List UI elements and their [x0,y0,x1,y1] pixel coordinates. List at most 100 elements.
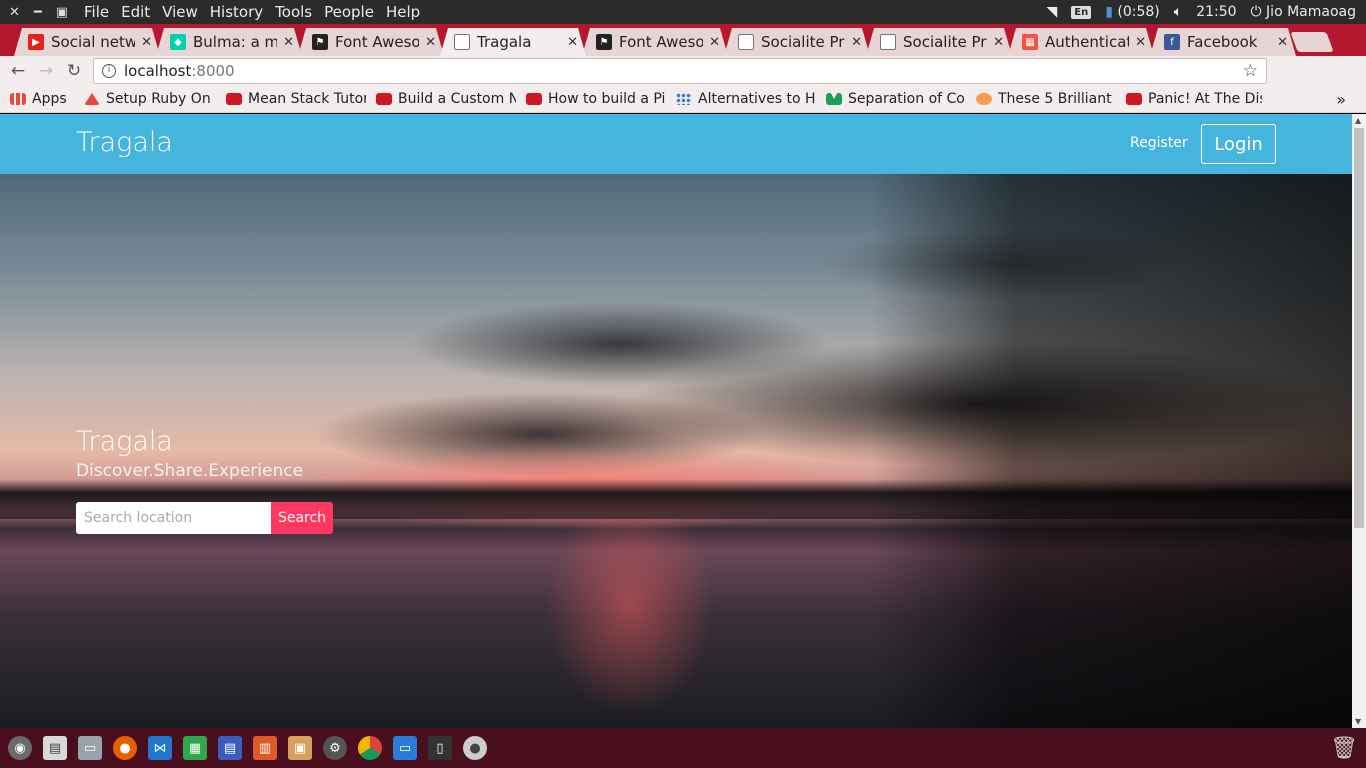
url-port: :8000 [191,62,235,80]
presentation-icon[interactable]: ▥ [253,736,277,760]
scroll-down-icon[interactable]: ▼ [1355,717,1361,726]
forward-icon[interactable]: → [32,61,60,81]
disc-icon[interactable]: ● [463,736,487,760]
tab-font-awesome[interactable]: ⚑ Font Aweso ✕ [298,28,444,56]
menu-people[interactable]: People [318,3,380,21]
launcher-bar: ◉ ▤ ▭ ● ⋈ ▦ ▤ ▥ ▣ ⚙ ▭ ▯ ● 🗑︎ [0,728,1366,768]
tab-close-icon[interactable]: ✕ [851,35,862,50]
bookmark-mean-stack[interactable]: Mean Stack Tutor [216,91,366,107]
page-icon [454,34,470,50]
medium-icon [826,93,842,105]
login-button[interactable]: Login [1201,124,1276,164]
battery-indicator[interactable]: ▮ (0:58) [1105,4,1160,20]
new-tab-button[interactable] [1290,32,1334,52]
close-window-icon[interactable]: ✕ [9,5,20,20]
tab-title: Socialite Pro [903,33,988,51]
youtube-icon: ▶ [28,34,44,50]
scroll-thumb[interactable] [1354,128,1364,528]
tab-authentication[interactable]: ▦ Authenticati ✕ [1008,28,1154,56]
tab-close-icon[interactable]: ✕ [283,35,294,50]
maximize-window-icon[interactable]: ▣ [56,5,68,20]
tab-close-icon[interactable]: ✕ [141,35,152,50]
tab-social-network[interactable]: ▶ Social netw ✕ [14,28,160,56]
clock[interactable]: 21:50 [1196,4,1236,20]
chrome-icon[interactable] [358,736,382,760]
back-icon[interactable]: ← [4,61,32,81]
search-location-input[interactable] [76,502,271,534]
tab-socialite-2[interactable]: Socialite Pro ✕ [866,28,1012,56]
page-scrollbar[interactable]: ▲ ▼ [1352,114,1366,728]
volume-icon[interactable]: 🔈︎ [1174,4,1182,20]
tab-title: Authenticati [1045,33,1130,51]
web-page: Tragala Register Login Tragala Discover.… [0,114,1352,728]
url-host: localhost [124,62,192,80]
session-menu[interactable]: ⏻ Jio Mamaoag [1251,4,1356,20]
bookmark-label: These 5 Brilliant [998,91,1112,107]
keyboard-layout-indicator[interactable]: En [1071,5,1092,19]
menu-edit[interactable]: Edit [115,3,156,21]
bookmark-label: Build a Custom N [398,91,516,107]
bookmark-brilliant[interactable]: These 5 Brilliant [966,91,1116,107]
ubuntu-icon[interactable]: ◉ [8,736,32,760]
bookmarks-bar: Apps Setup Ruby On R Mean Stack Tutor Bu… [0,86,1366,113]
bookmark-panic[interactable]: Panic! At The Dis [1116,91,1262,107]
tab-close-icon[interactable]: ✕ [993,35,1004,50]
document-icon[interactable]: ▤ [218,736,242,760]
firefox-icon[interactable]: ● [113,736,137,760]
battery-icon: ▮ [1105,4,1113,20]
menu-file[interactable]: File [78,3,115,21]
tab-socialite-1[interactable]: Socialite Pro ✕ [724,28,870,56]
bookmark-label: How to build a Pi [548,91,666,107]
tab-title: Tragala [477,33,532,51]
bookmark-label: Apps [32,91,67,107]
tab-facebook[interactable]: f Facebook ✕ [1150,28,1296,56]
trash-icon[interactable]: 🗑︎ [1330,736,1358,761]
bookmark-custom[interactable]: Build a Custom N [366,91,516,107]
bookmarks-overflow-icon[interactable]: » [1336,90,1346,109]
settings-icon[interactable]: ⚙ [323,736,347,760]
tab-close-icon[interactable]: ✕ [1277,35,1288,50]
software-center-icon[interactable]: ▣ [288,736,312,760]
lifehack-icon [976,93,992,105]
tab-close-icon[interactable]: ✕ [1135,35,1146,50]
page-icon [738,34,754,50]
register-link[interactable]: Register [1130,135,1188,151]
minimize-window-icon[interactable]: ━ [34,5,42,20]
bookmark-separation[interactable]: Separation of Co [816,91,966,107]
info-icon[interactable]: i [102,64,116,78]
tab-close-icon[interactable]: ✕ [425,35,436,50]
address-bar[interactable]: i localhost:8000 ☆ [93,58,1267,84]
menu-view[interactable]: View [156,3,204,21]
reload-icon[interactable]: ↻ [60,61,88,81]
menu-tools[interactable]: Tools [269,3,318,21]
youtube-icon [226,93,242,105]
bookmark-apps[interactable]: Apps [0,91,74,107]
menu-help[interactable]: Help [380,3,426,21]
tab-close-icon[interactable]: ✕ [709,35,720,50]
phone-icon[interactable]: ▯ [428,736,452,760]
bookmark-pi[interactable]: How to build a Pi [516,91,666,107]
tab-font-awesome-2[interactable]: ⚑ Font Aweso ✕ [582,28,728,56]
tab-bulma[interactable]: ◆ Bulma: a mo ✕ [156,28,302,56]
flag-icon: ⚑ [596,34,612,50]
menu-bar: File Edit View History Tools People Help [78,3,426,21]
menu-history[interactable]: History [204,3,269,21]
vscode-icon[interactable]: ⋈ [148,736,172,760]
site-brand[interactable]: Tragala [76,127,173,158]
remmina-icon[interactable]: ▭ [393,736,417,760]
battery-time: (0:58) [1117,4,1160,20]
spreadsheet-icon[interactable]: ▦ [183,736,207,760]
ruby-icon [84,93,100,105]
bookmark-ruby[interactable]: Setup Ruby On R [74,91,216,107]
bookmark-alternatives[interactable]: Alternatives to H [666,91,816,107]
notes-icon[interactable]: ▤ [43,736,67,760]
tab-title: Font Aweso [335,33,420,51]
scroll-up-icon[interactable]: ▲ [1355,116,1361,125]
wifi-icon[interactable]: ◥ [1046,4,1057,20]
search-button[interactable]: Search [271,502,333,534]
tab-tragala[interactable]: Tragala ✕ [440,28,586,56]
youtube-icon [526,93,542,105]
bookmark-star-icon[interactable]: ☆ [1243,61,1258,81]
tab-close-icon[interactable]: ✕ [567,35,578,50]
files-icon[interactable]: ▭ [78,736,102,760]
